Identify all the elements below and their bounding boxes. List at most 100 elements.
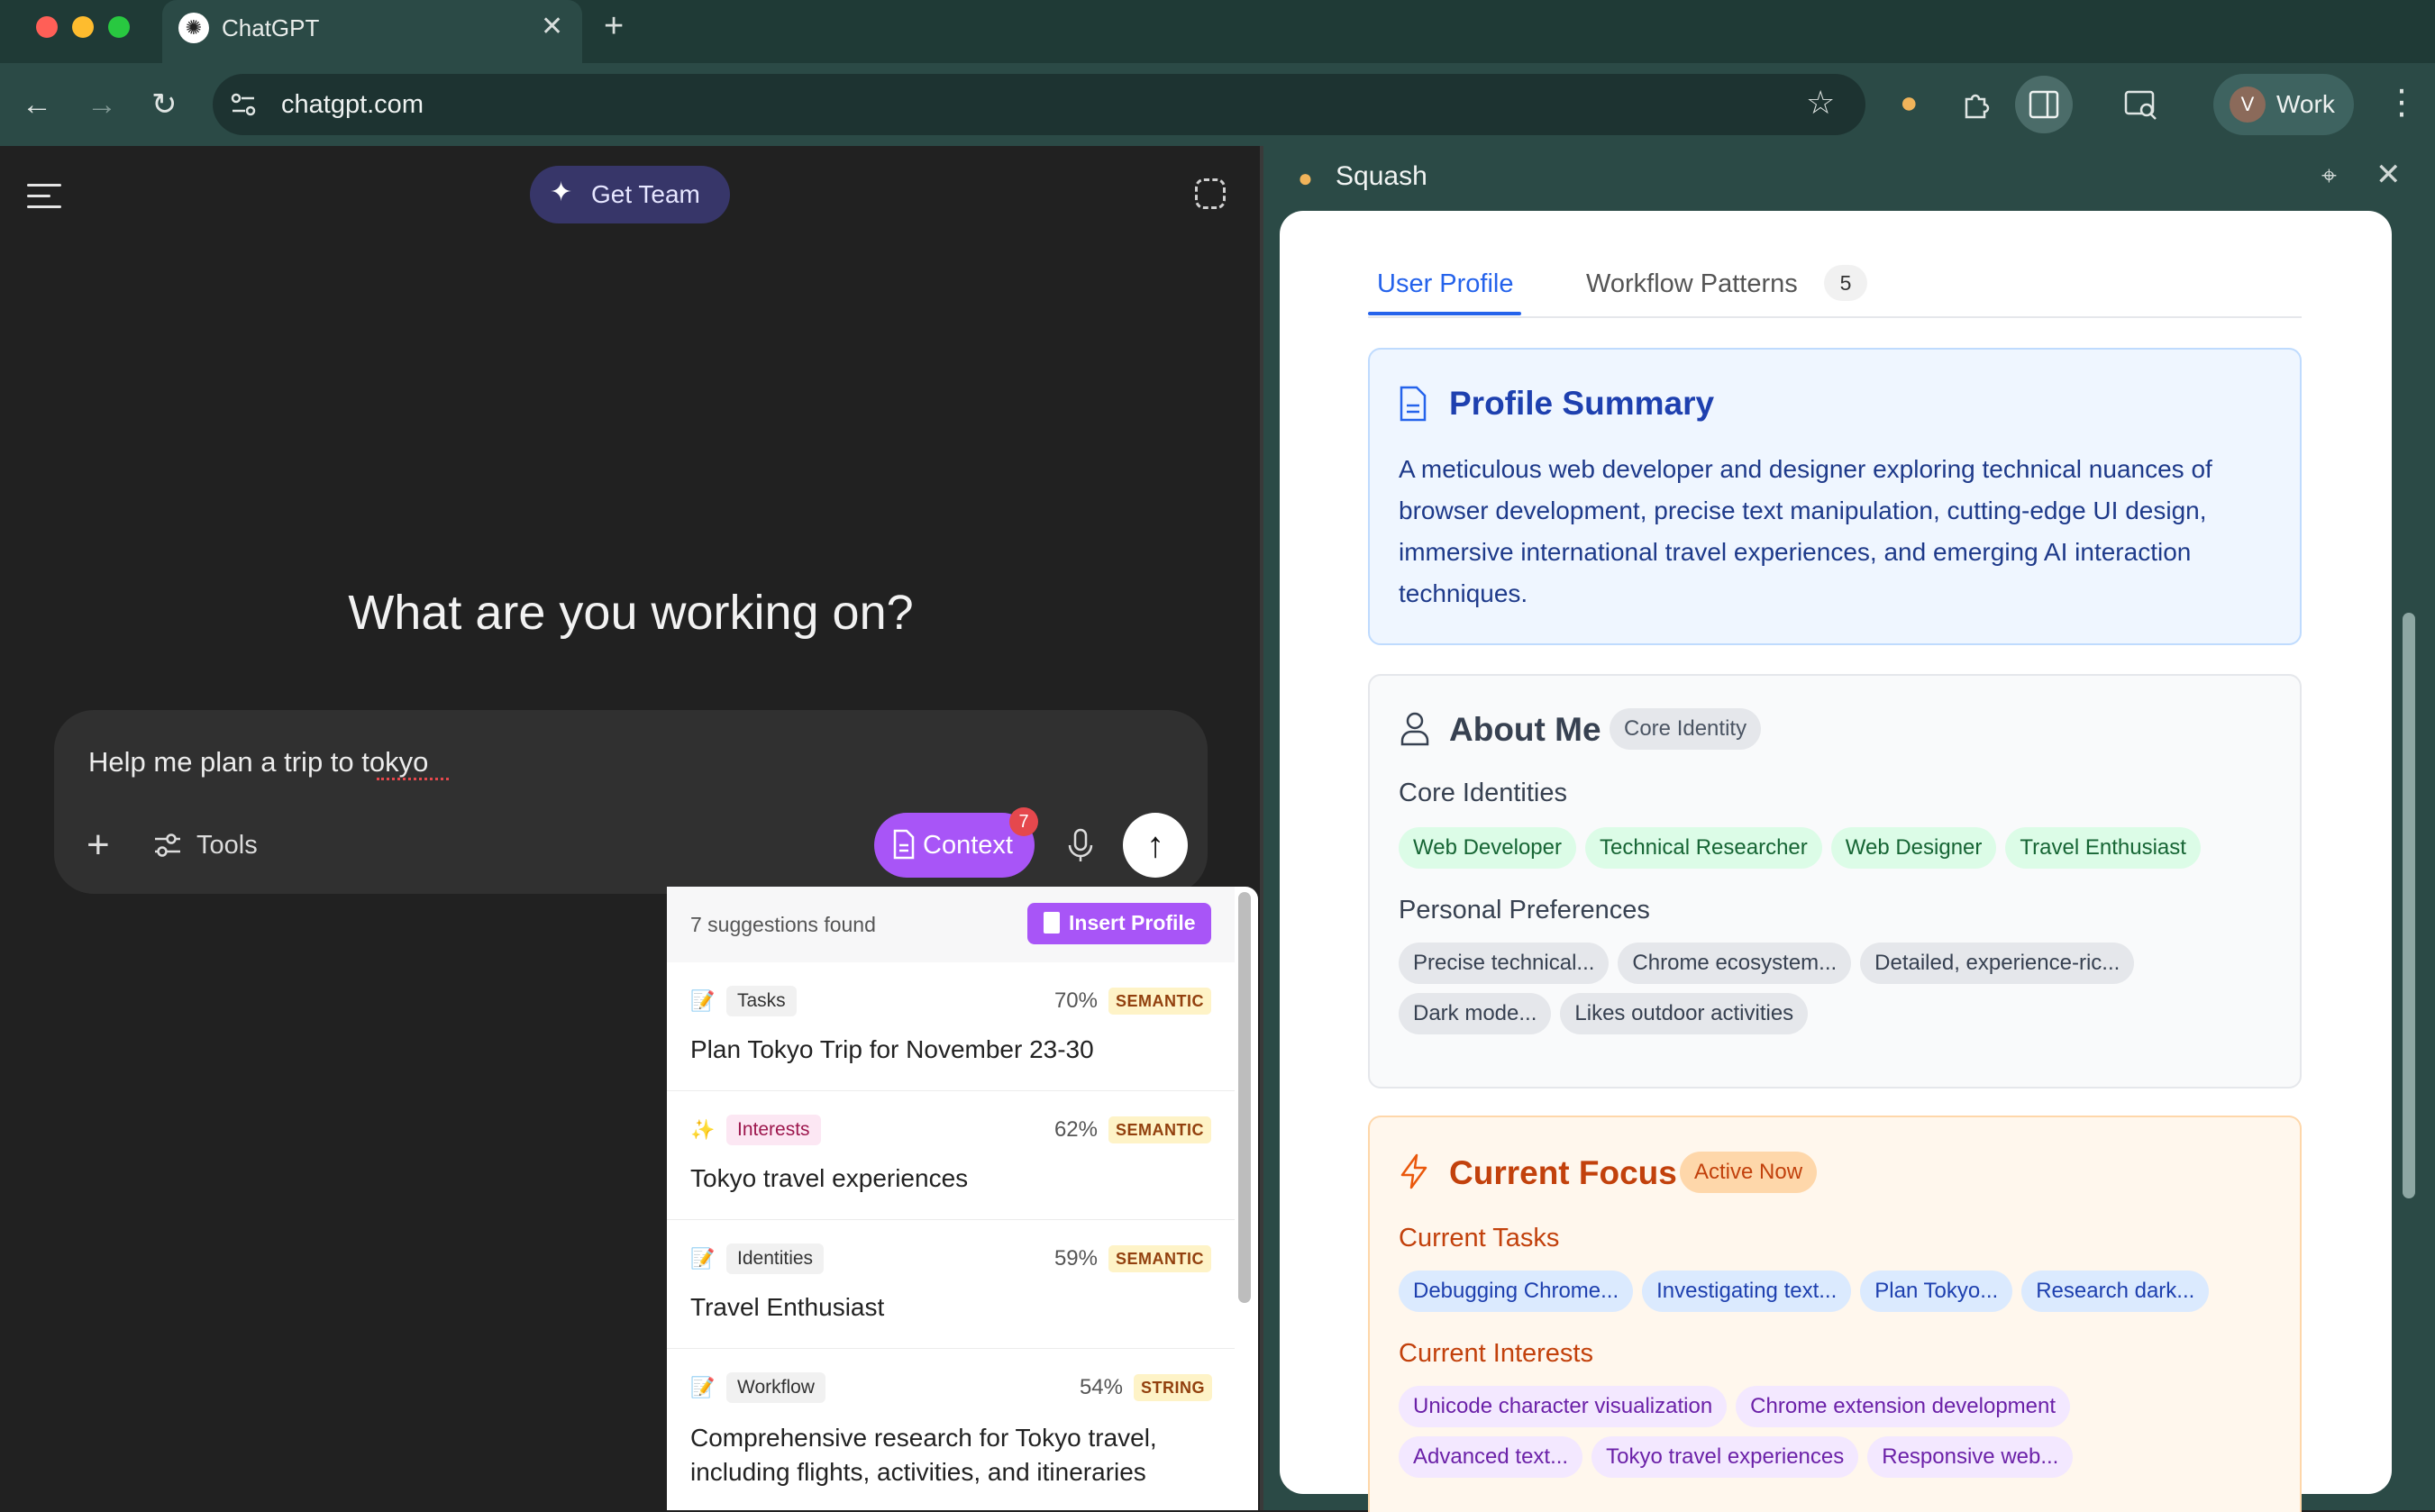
suggestion-score: 59% [1053, 1246, 1098, 1271]
profile-avatar: V [2230, 87, 2266, 123]
task-chip[interactable]: Plan Tokyo... [1860, 1271, 2013, 1312]
lightning-bolt-icon [1400, 1153, 1427, 1189]
suggestion-item[interactable] [667, 962, 1235, 1091]
task-chip[interactable]: Research dark... [2021, 1271, 2210, 1312]
preference-chip[interactable]: Likes outdoor activities [1560, 993, 1809, 1034]
interest-chip[interactable]: Chrome extension development [1736, 1386, 2071, 1427]
preference-chip[interactable]: Detailed, experience-ric... [1860, 943, 2135, 984]
suggestion-item[interactable] [667, 1220, 1235, 1349]
identity-chip[interactable]: Technical Researcher [1584, 827, 1822, 869]
panel-close-icon[interactable]: ✕ [2376, 157, 2402, 193]
memo-icon: 📝 [690, 1376, 716, 1398]
suggestion-category: Identities [726, 1243, 825, 1274]
about-me-title: About Me [1449, 711, 1601, 748]
insert-profile-icon [1044, 912, 1060, 934]
microphone-icon[interactable] [1065, 827, 1096, 863]
suggestion-category: Interests [726, 1115, 821, 1145]
back-arrow-icon[interactable]: ← [22, 87, 52, 123]
identity-chip[interactable]: Web Developer [1399, 827, 1576, 869]
get-team-label: Get Team [591, 180, 700, 208]
bookmark-star-icon[interactable]: ☆ [1806, 85, 1835, 121]
insert-profile-label: Insert Profile [1069, 911, 1196, 934]
tools-button[interactable]: Tools [196, 827, 258, 863]
squash-extension-icon[interactable]: ● [1900, 85, 1919, 121]
interest-chip[interactable]: Responsive web... [1867, 1436, 2074, 1478]
suggestions-scrollbar[interactable] [1238, 892, 1251, 1303]
chatgpt-logo-icon: ✺ [178, 13, 209, 43]
suggestion-title: Plan Tokyo Trip for November 23-30 [690, 1035, 1094, 1063]
forward-arrow-icon[interactable]: → [87, 87, 117, 123]
current-focus-title: Current Focus [1449, 1154, 1677, 1191]
user-icon [1400, 712, 1429, 746]
current-interests-label: Current Interests [1399, 1339, 1593, 1368]
suggestion-score: 70% [1053, 988, 1098, 1013]
active-now-badge: Active Now [1680, 1152, 1818, 1193]
context-count-badge: 7 [1009, 807, 1038, 836]
new-tab-icon[interactable]: + [604, 7, 624, 45]
tools-sliders-icon [155, 833, 180, 857]
temporary-chat-icon[interactable] [1195, 178, 1226, 209]
spellcheck-underline [377, 775, 449, 780]
interest-chip[interactable]: Tokyo travel experiences [1591, 1436, 1859, 1478]
address-bar[interactable] [213, 74, 1865, 135]
interest-chip[interactable]: Advanced text... [1399, 1436, 1583, 1478]
suggestion-title: Comprehensive research for Tokyo travel,… [690, 1424, 1157, 1486]
url-text[interactable]: chatgpt.com [281, 87, 424, 123]
tab-close-icon[interactable]: ✕ [541, 11, 563, 43]
window-minimize-button[interactable] [72, 16, 94, 38]
suggestion-item[interactable] [667, 1091, 1235, 1220]
browser-menu-icon[interactable]: ⋮ [2385, 85, 2419, 121]
preferences-list: Precise technical... Chrome ecosystem... D… [1399, 943, 2210, 1043]
suggestion-category: Workflow [726, 1372, 825, 1403]
hero-heading: What are you working on? [348, 586, 914, 640]
current-interests-list: Unicode character visualization Chrome ex… [1399, 1386, 2210, 1492]
suggestions-count: 7 suggestions found [690, 913, 876, 936]
interest-chip[interactable]: Unicode character visualization [1399, 1386, 1728, 1427]
prompt-text: Help me plan a trip to tokyo [88, 746, 429, 778]
current-tasks-list: Debugging Chrome... Investigating text...… [1399, 1271, 2300, 1321]
sidebar-toggle-icon[interactable] [27, 182, 61, 209]
suggestion-title: Tokyo travel experiences [690, 1164, 969, 1192]
preference-chip[interactable]: Dark mode... [1399, 993, 1552, 1034]
suggestion-type: SEMANTIC [1108, 1116, 1211, 1143]
suggestion-score: 54% [1079, 1375, 1123, 1399]
profile-summary-title: Profile Summary [1449, 385, 1715, 422]
active-tab-indicator [1368, 312, 1521, 315]
suggestion-category: Tasks [726, 986, 797, 1016]
suggestion-title: Travel Enthusiast [690, 1293, 885, 1321]
sparkles-icon: ✨ [690, 1118, 716, 1141]
memo-icon: 📝 [690, 1247, 716, 1270]
identity-chip[interactable]: Web Designer [1830, 827, 1997, 869]
add-attachment-icon[interactable]: + [87, 825, 110, 865]
panel-scrollbar-thumb[interactable] [2403, 613, 2415, 1198]
personal-preferences-label: Personal Preferences [1399, 896, 1650, 925]
preference-chip[interactable]: Chrome ecosystem... [1618, 943, 1852, 984]
tab-title: ChatGPT [222, 14, 320, 41]
workflow-count-badge: 5 [1824, 265, 1867, 301]
document-icon [893, 829, 915, 860]
sparkle-icon: ✦ [550, 178, 573, 207]
extensions-puzzle-icon[interactable] [1961, 88, 1993, 121]
suggestion-type: SEMANTIC [1108, 988, 1211, 1015]
unpin-icon[interactable]: ⌖ [2321, 159, 2337, 195]
window-close-button[interactable] [36, 16, 58, 38]
preference-chip[interactable]: Precise technical... [1399, 943, 1610, 984]
tab-workflow-patterns[interactable]: Workflow Patterns [1586, 265, 1798, 303]
arrow-up-icon: ↑ [1146, 824, 1164, 865]
core-identity-badge: Core Identity [1610, 708, 1762, 750]
identity-chip[interactable]: Travel Enthusiast [2005, 827, 2201, 869]
suggestion-type: SEMANTIC [1108, 1245, 1211, 1272]
profile-summary-text: A meticulous web developer and designer … [1399, 455, 2212, 607]
tab-user-profile[interactable]: User Profile [1377, 265, 1514, 303]
task-chip[interactable]: Investigating text... [1642, 1271, 1852, 1312]
task-chip[interactable]: Debugging Chrome... [1399, 1271, 1634, 1312]
window-zoom-button[interactable] [108, 16, 130, 38]
reload-icon[interactable]: ↻ [151, 87, 178, 123]
memo-icon: 📝 [690, 989, 716, 1012]
tab-search-icon[interactable] [2123, 88, 2159, 121]
site-settings-icon[interactable] [229, 90, 258, 119]
panel-title: Squash [1336, 161, 1427, 191]
prompt-composer[interactable] [54, 710, 1208, 894]
context-label: Context [923, 831, 1013, 860]
side-panel-icon [2029, 90, 2059, 119]
